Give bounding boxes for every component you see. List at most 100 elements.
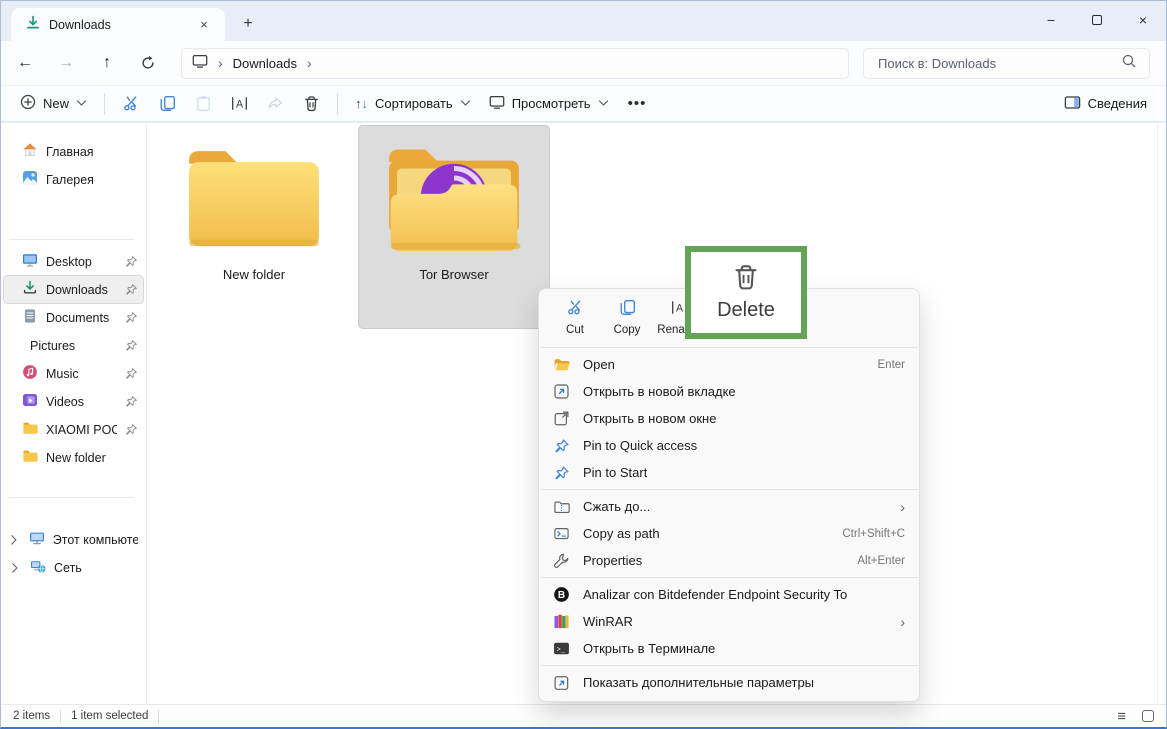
file-tile-new-folder[interactable]: New folder xyxy=(159,126,349,328)
menu-item-shortcut: Alt+Enter xyxy=(857,555,905,567)
up-button[interactable]: ↑ xyxy=(90,47,124,79)
sidebar-item-главная[interactable]: Главная xyxy=(4,138,143,165)
rename-button[interactable]: A xyxy=(221,89,257,119)
tab-downloads[interactable]: Downloads × xyxy=(11,8,225,41)
cut-button[interactable] xyxy=(113,89,149,119)
videos-icon xyxy=(22,392,38,411)
details-pane-button[interactable]: Сведения xyxy=(1055,89,1156,119)
menu-item-shortcut: Enter xyxy=(878,359,906,371)
sidebar-item-pictures[interactable]: Pictures xyxy=(4,332,143,359)
menu-item-label: Показать дополнительные параметры xyxy=(583,675,814,690)
breadcrumb-chevron-icon: › xyxy=(212,55,229,71)
search-input[interactable] xyxy=(876,55,1121,72)
menu-item-label: Properties xyxy=(583,553,642,568)
new-tab-button[interactable]: + xyxy=(233,10,263,38)
quick-action-label: Cut xyxy=(566,324,584,336)
menu-item-pin-to-start[interactable]: Pin to Start xyxy=(544,459,914,486)
desktop-icon xyxy=(22,252,38,271)
sidebar-item-new-folder[interactable]: New folder xyxy=(4,444,143,471)
search-box[interactable] xyxy=(863,48,1150,79)
sidebar-item-documents[interactable]: Documents xyxy=(4,304,143,331)
sidebar-item-label: Music xyxy=(46,367,79,381)
menu-item-сжать-до[interactable]: Сжать до...› xyxy=(544,493,914,520)
menu-item-copy-as-path[interactable]: Copy as pathCtrl+Shift+C xyxy=(544,520,914,547)
pin-icon xyxy=(125,283,138,296)
delete-button[interactable] xyxy=(293,89,329,119)
expand-chevron-icon[interactable] xyxy=(8,534,21,546)
menu-item-label: Pin to Start xyxy=(583,465,647,480)
new-button[interactable]: New xyxy=(11,89,96,119)
share-button[interactable] xyxy=(257,89,293,119)
menu-item-pin-to-quick-access[interactable]: Pin to Quick access xyxy=(544,432,914,459)
sidebar-item-desktop[interactable]: Desktop xyxy=(4,248,143,275)
sidebar-item-галерея[interactable]: Галерея xyxy=(4,166,143,193)
sidebar-item-label: Сеть xyxy=(54,561,82,575)
large-icons-view-icon[interactable] xyxy=(1142,710,1154,722)
tor-browser-folder-icon xyxy=(378,138,530,261)
selected-count: 1 item selected xyxy=(71,710,148,722)
delete-callout-label: Delete xyxy=(717,299,775,322)
file-name: New folder xyxy=(223,267,285,282)
delete-highlight-box[interactable]: Delete xyxy=(685,246,807,339)
scrollbar[interactable] xyxy=(1157,123,1166,704)
tab-bar: Downloads × + − × xyxy=(1,1,1166,41)
file-tile-tor-browser[interactable]: Tor Browser xyxy=(359,126,549,328)
pin-icon xyxy=(125,255,138,268)
minimize-button[interactable]: − xyxy=(1028,1,1074,39)
menu-item-label: WinRAR xyxy=(583,614,633,629)
view-button[interactable]: Просмотреть xyxy=(480,89,618,119)
refresh-button[interactable] xyxy=(131,47,165,79)
menu-divider xyxy=(540,489,918,490)
paste-button[interactable] xyxy=(185,89,221,119)
menu-item-winrar[interactable]: WinRAR› xyxy=(544,608,914,635)
zip-icon xyxy=(553,498,570,515)
sort-button[interactable]: ↑↓ Сортировать xyxy=(346,89,480,119)
sidebar-item-этот-компьютер[interactable]: Этот компьютер xyxy=(4,526,143,553)
sidebar-item-downloads[interactable]: Downloads xyxy=(4,276,143,303)
quick-action-cut[interactable]: Cut xyxy=(549,296,601,339)
close-button[interactable]: × xyxy=(1120,1,1166,39)
sidebar-divider xyxy=(9,239,134,240)
quick-action-label: Copy xyxy=(614,324,641,336)
sidebar-item-label: Videos xyxy=(46,395,84,409)
sidebar-item-xiaomi-poco-f[interactable]: XIAOMI POCO F xyxy=(4,416,143,443)
sidebar-item-videos[interactable]: Videos xyxy=(4,388,143,415)
sidebar-item-music[interactable]: Music xyxy=(4,360,143,387)
pin-blue-icon xyxy=(553,438,570,454)
menu-divider xyxy=(540,347,918,348)
breadcrumb[interactable]: › Downloads › xyxy=(181,48,849,79)
menu-item-показать-дополнительные-параметры[interactable]: Показать дополнительные параметры xyxy=(544,669,914,696)
search-icon xyxy=(1121,53,1137,74)
menu-item-открыть-в-терминале[interactable]: >_ Открыть в Терминале xyxy=(544,635,914,662)
expand-chevron-icon[interactable] xyxy=(8,562,22,574)
breadcrumb-item-downloads[interactable]: Downloads xyxy=(233,56,297,71)
menu-item-label: Открыть в Терминале xyxy=(583,641,715,656)
pin-icon xyxy=(125,423,138,436)
menu-item-label: Сжать до... xyxy=(583,499,650,514)
downloads-icon xyxy=(22,280,38,299)
list-view-icon[interactable]: ≡ xyxy=(1117,709,1126,724)
back-button[interactable]: ← xyxy=(8,47,42,79)
menu-item-properties[interactable]: Properties Alt+Enter xyxy=(544,547,914,574)
sidebar-divider xyxy=(9,497,134,498)
this-pc-icon xyxy=(192,53,208,74)
address-bar: ← → ↑ › Downloads › xyxy=(1,41,1166,85)
more-options-button[interactable]: ••• xyxy=(618,89,657,119)
sidebar-item-сеть[interactable]: Сеть xyxy=(4,554,143,581)
copy-button[interactable] xyxy=(149,89,185,119)
menu-item-label: Открыть в новой вкладке xyxy=(583,384,736,399)
maximize-button[interactable] xyxy=(1074,1,1120,39)
terminal-icon: >_ xyxy=(553,640,570,657)
quick-action-copy[interactable]: Copy xyxy=(601,296,653,339)
menu-item-analizar-con-bitdefender-endpoint-security-to[interactable]: BAnalizar con Bitdefender Endpoint Secur… xyxy=(544,581,914,608)
menu-item-открыть-в-новом-окне[interactable]: Открыть в новом окне xyxy=(544,405,914,432)
gallery-icon xyxy=(22,170,38,189)
sidebar-item-label: Главная xyxy=(46,145,94,159)
trash-icon xyxy=(732,263,760,296)
forward-button[interactable]: → xyxy=(49,47,83,79)
menu-item-label: Copy as path xyxy=(583,526,660,541)
menu-item-open[interactable]: OpenEnter xyxy=(544,351,914,378)
folder-icon xyxy=(22,448,38,467)
menu-item-открыть-в-новой-вкладке[interactable]: Открыть в новой вкладке xyxy=(544,378,914,405)
tab-close-icon[interactable]: × xyxy=(193,14,215,36)
